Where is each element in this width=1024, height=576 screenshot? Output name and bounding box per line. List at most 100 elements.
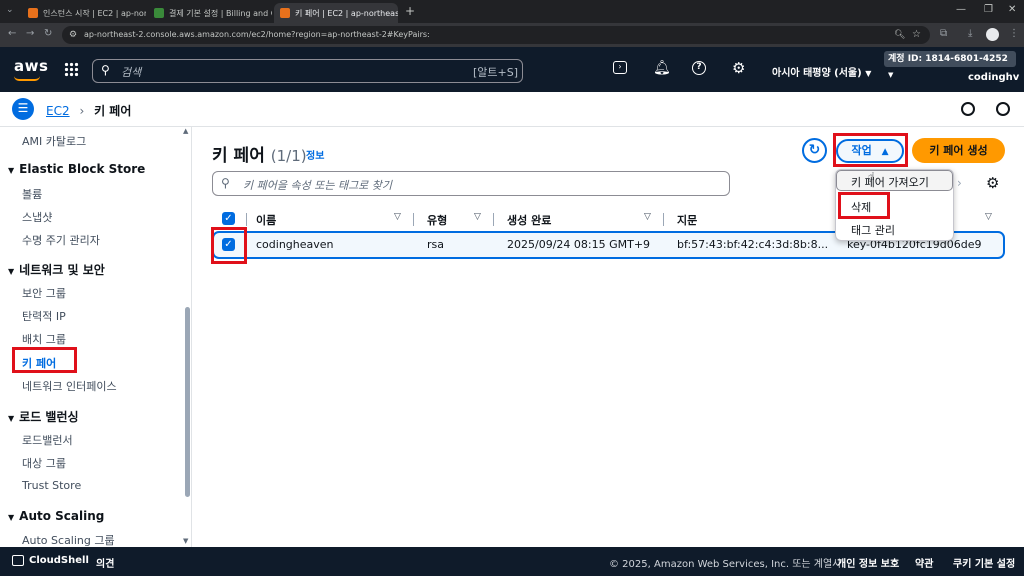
insights-icon[interactable]	[961, 102, 975, 116]
sidebar-section-label: Auto Scaling	[19, 509, 105, 523]
sidebar-nav: AMI 카탈로그 ▼ Elastic Block Store 볼륨 스냅샷 수명 …	[0, 127, 192, 547]
browser-tab-1[interactable]: 인스턴스 시작 | EC2 | ap-north ✕	[22, 3, 146, 23]
scroll-up-icon[interactable]: ▲	[183, 127, 188, 135]
aws-logo[interactable]: aws	[14, 57, 48, 75]
sidebar-item-target-groups[interactable]: 대상 그룹	[22, 455, 66, 471]
restore-icon[interactable]: ❐	[984, 4, 993, 15]
notification-bell-icon[interactable]: 🔔︎	[653, 60, 671, 76]
browser-menu-icon[interactable]: ⋮	[1009, 28, 1019, 39]
sidebar-section-network-security[interactable]: ▼ 네트워크 및 보안	[8, 261, 105, 278]
column-header-created[interactable]: 생성 완료	[507, 212, 551, 228]
create-key-pair-button[interactable]: 키 페어 생성	[912, 138, 1005, 163]
breadcrumb-ec2-link[interactable]: EC2	[46, 104, 70, 118]
settings-gear-icon[interactable]: ⚙	[732, 59, 745, 77]
services-grid-icon[interactable]	[64, 62, 79, 77]
cell-created: 2025/09/24 08:15 GMT+9	[507, 238, 651, 251]
zoom-icon[interactable]: 🔍︎	[894, 26, 905, 44]
extensions-icon[interactable]: ⧉	[940, 28, 947, 39]
window-close-icon[interactable]: ✕	[1008, 4, 1016, 15]
sidebar-section-load-balancing[interactable]: ▼ 로드 밸런싱	[8, 408, 79, 425]
info-link[interactable]: 정보	[306, 147, 324, 162]
key-pair-search-placeholder: 키 페어을 속성 또는 태그로 찾기	[243, 179, 393, 192]
breadcrumb-bar: ☰ EC2 › 키 페어	[0, 92, 1024, 127]
menu-item-import-label: 키 페어 가져오기	[851, 176, 929, 189]
browser-tab-2[interactable]: 결제 기본 설정 | Billing and Co ✕	[148, 3, 272, 23]
cloudshell-icon[interactable]: ›	[613, 61, 627, 74]
aws-logo-smile-icon	[14, 76, 40, 81]
username-label[interactable]: codinghv	[968, 72, 1019, 83]
tab-search-icon[interactable]: ⌄	[6, 5, 14, 15]
new-tab-icon[interactable]: +	[405, 4, 415, 18]
back-icon[interactable]: ←	[8, 28, 16, 39]
sidebar-item-trust-store[interactable]: Trust Store	[22, 479, 81, 492]
url-text: ap-northeast-2.console.aws.amazon.com/ec…	[84, 30, 430, 39]
cell-type: rsa	[427, 238, 444, 251]
sort-icon[interactable]: ▽	[394, 212, 401, 222]
help-icon[interactable]: ?	[692, 61, 706, 75]
billing-favicon-icon	[154, 8, 164, 18]
bookmark-star-icon[interactable]: ☆	[912, 26, 921, 44]
profile-avatar[interactable]	[986, 28, 999, 41]
aws-favicon-icon	[28, 8, 38, 18]
browser-tab-2-title: 결제 기본 설정 | Billing and Co	[169, 8, 272, 18]
sidebar-item-auto-scaling-groups[interactable]: Auto Scaling 그룹	[22, 532, 115, 547]
sidebar-section-ebs[interactable]: ▼ Elastic Block Store	[8, 162, 145, 176]
highlight-actions-button	[833, 133, 908, 167]
reload-icon[interactable]: ↻	[44, 28, 52, 39]
copyright-text: © 2025, Amazon Web Services, Inc. 또는 계열사…	[609, 559, 845, 570]
menu-item-manage-tags[interactable]: 태그 관리	[851, 222, 895, 238]
hamburger-menu-icon[interactable]: ☰	[12, 98, 34, 120]
cloudshell-link[interactable]: CloudShell	[29, 555, 89, 566]
forward-icon[interactable]: →	[26, 28, 34, 39]
key-pair-search-input[interactable]: ⚲ 키 페어을 속성 또는 태그로 찾기	[212, 171, 730, 196]
menu-item-import-key-pair[interactable]: 키 페어 가져오기	[836, 170, 953, 191]
sort-icon[interactable]: ▽	[985, 212, 992, 222]
table-preferences-gear-icon[interactable]: ⚙	[986, 174, 999, 192]
account-id-badge[interactable]: 계정 ID: 1814-6801-4252 ▼	[884, 51, 1016, 79]
column-header-name[interactable]: 이름	[256, 212, 276, 228]
cookie-preferences-link[interactable]: 쿠키 기본 설정	[953, 555, 1015, 570]
pagination-next-icon[interactable]: ›	[957, 176, 962, 190]
feedback-link[interactable]: 의견	[96, 555, 114, 570]
selection-count: (1/1)	[270, 147, 307, 165]
sidebar-item-elastic-ips[interactable]: 탄력적 IP	[22, 308, 66, 324]
sidebar-scrollbar[interactable]	[185, 307, 190, 497]
sidebar-item-load-balancers[interactable]: 로드밸런서	[22, 432, 73, 448]
search-shortcut: [알트+S]	[473, 66, 519, 79]
caret-down-icon: ▼	[8, 267, 15, 276]
sidebar-section-auto-scaling[interactable]: ▼ Auto Scaling	[8, 509, 104, 523]
column-header-fingerprint[interactable]: 지문	[677, 212, 697, 228]
cloudshell-footer-icon[interactable]	[12, 555, 24, 566]
site-info-icon[interactable]: ⚙	[69, 26, 77, 44]
clock-icon[interactable]	[996, 102, 1010, 116]
column-divider	[413, 213, 414, 226]
url-field[interactable]: ⚙ ap-northeast-2.console.aws.amazon.com/…	[62, 26, 930, 44]
search-icon: ⚲	[101, 63, 110, 77]
sidebar-item-network-interfaces[interactable]: 네트워크 인터페이스	[22, 378, 117, 394]
sidebar-item-placement-groups[interactable]: 배치 그룹	[22, 331, 66, 347]
cell-name: codingheaven	[256, 238, 334, 251]
sidebar-item-volumes[interactable]: 볼륨	[22, 186, 42, 202]
select-all-checkbox[interactable]: ✓	[222, 212, 235, 225]
sort-icon[interactable]: ▽	[644, 212, 651, 222]
sidebar-item-snapshots[interactable]: 스냅샷	[22, 209, 52, 225]
aws-favicon-icon	[280, 8, 290, 18]
minimize-icon[interactable]: —	[956, 4, 966, 15]
download-icon[interactable]: ⤓	[968, 28, 972, 39]
privacy-link[interactable]: 개인 정보 보호	[837, 555, 899, 570]
region-selector[interactable]: 아시아 태평양 (서울) ▼	[772, 64, 871, 79]
search-placeholder: 검색	[121, 66, 142, 79]
sidebar-section-label: 로드 밸런싱	[19, 410, 79, 424]
refresh-button[interactable]: ↻	[802, 138, 827, 163]
sidebar-item-ami-catalog[interactable]: AMI 카탈로그	[22, 133, 86, 149]
column-header-type[interactable]: 유형	[427, 212, 447, 228]
scroll-down-icon[interactable]: ▼	[183, 537, 188, 545]
terms-link[interactable]: 약관	[915, 555, 933, 570]
global-search-input[interactable]: ⚲ 검색 [알트+S]	[92, 59, 523, 83]
sidebar-item-lifecycle-manager[interactable]: 수명 주기 관리자	[22, 232, 100, 248]
browser-tab-3[interactable]: 키 페어 | EC2 | ap-northeast-2 ✕	[274, 3, 398, 23]
sort-icon[interactable]: ▽	[474, 212, 481, 222]
breadcrumb: EC2 › 키 페어	[46, 102, 131, 119]
sidebar-item-security-groups[interactable]: 보안 그룹	[22, 285, 66, 301]
highlight-delete-item	[838, 192, 890, 219]
